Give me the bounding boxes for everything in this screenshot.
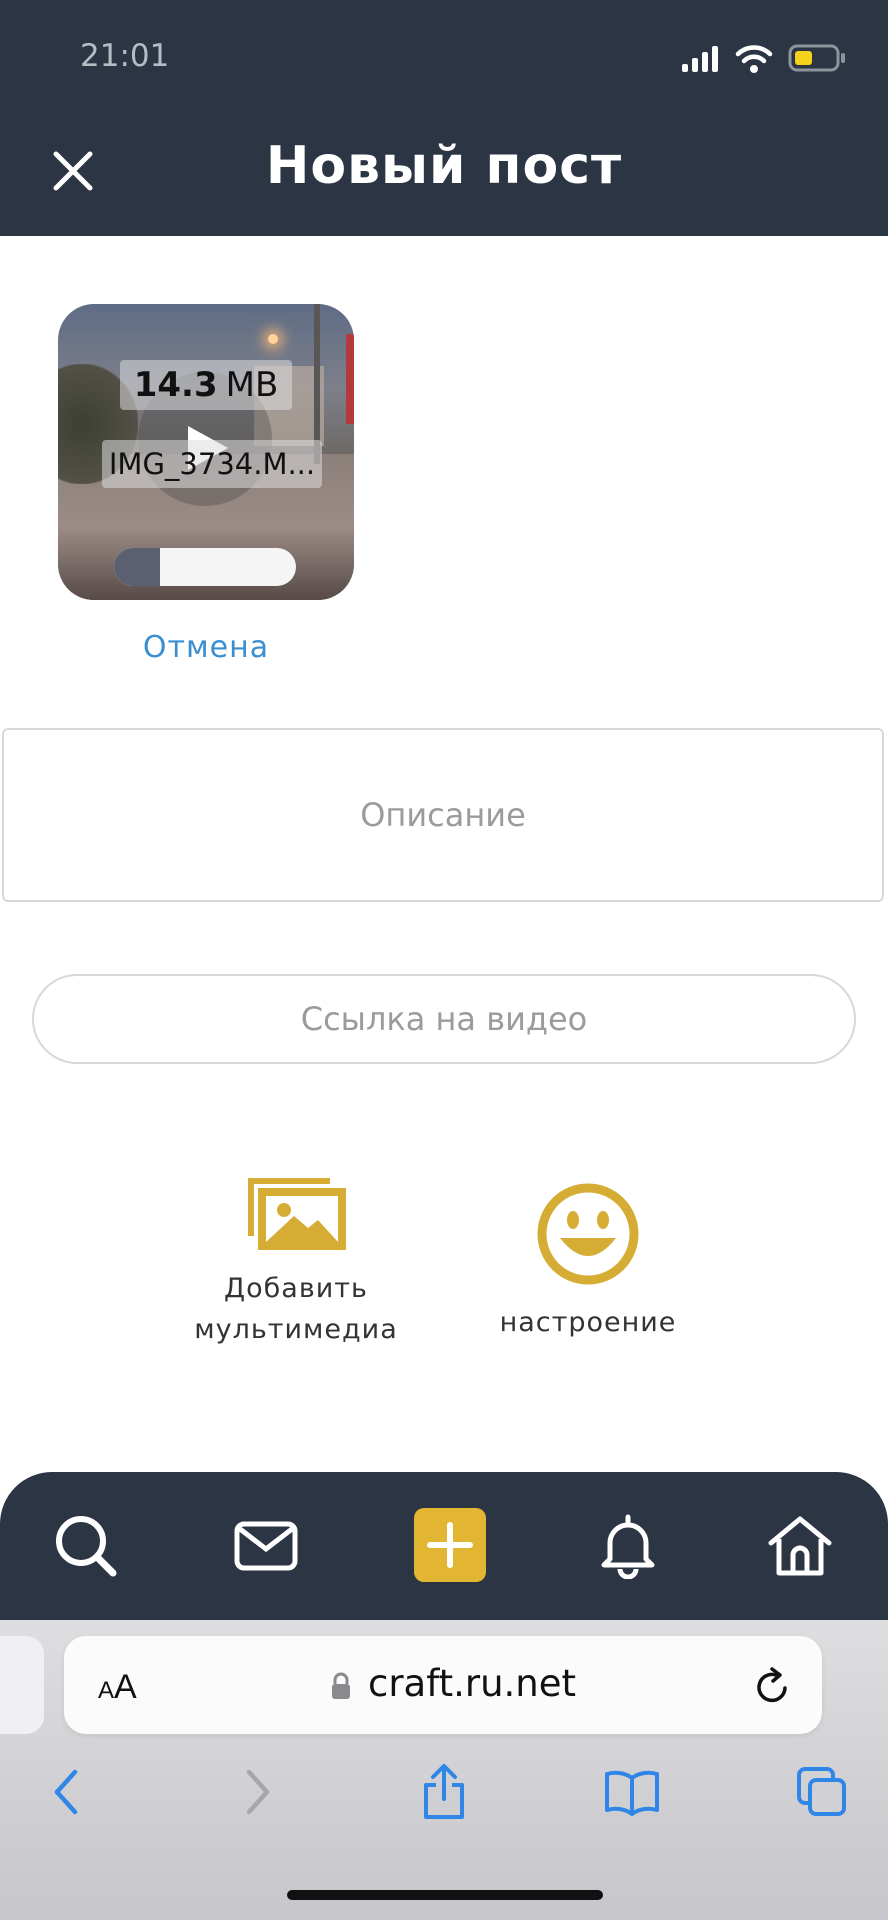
text-size-large: A <box>114 1668 137 1706</box>
add-media-label-line2: мультимедиа <box>194 1314 398 1345</box>
mail-icon <box>234 1521 298 1571</box>
previous-tab-edge[interactable] <box>0 1636 44 1734</box>
url-text: craft.ru.net <box>368 1662 577 1705</box>
text-size-button[interactable]: AA <box>98 1668 137 1707</box>
address-bar[interactable]: AA craft.ru.net <box>64 1636 822 1734</box>
upload-progress-fill <box>114 548 160 586</box>
page-title: Новый пост <box>265 136 623 196</box>
book-icon <box>605 1770 659 1816</box>
top-bar: 21:01 Новый пост <box>0 0 888 236</box>
status-icons <box>680 40 846 76</box>
nav-notifications[interactable] <box>590 1508 666 1584</box>
video-thumbnail[interactable]: 14.3 MB IMG_3734.M... <box>58 304 354 600</box>
file-size-badge: 14.3 MB <box>120 360 292 410</box>
upload-progress-bar <box>114 548 296 586</box>
home-icon <box>768 1516 832 1576</box>
add-media-label-line1: Добавить <box>224 1273 368 1304</box>
nav-search[interactable] <box>48 1508 124 1584</box>
mood-button[interactable]: настроение <box>468 1182 708 1343</box>
share-button[interactable] <box>414 1762 474 1822</box>
search-icon <box>56 1516 117 1577</box>
wifi-icon <box>735 45 773 73</box>
reload-icon[interactable] <box>754 1666 792 1706</box>
text-size-small: A <box>98 1677 115 1704</box>
battery-icon <box>788 44 845 72</box>
plus-icon <box>427 1522 473 1568</box>
image-gallery-icon <box>248 1178 346 1250</box>
home-indicator <box>287 1890 603 1900</box>
tabs-button[interactable] <box>792 1762 852 1822</box>
nav-home[interactable] <box>762 1508 838 1584</box>
bottom-navigation <box>0 1472 888 1620</box>
bell-icon <box>601 1514 655 1579</box>
file-size-value: 14.3 <box>133 365 218 405</box>
tabs-icon <box>797 1767 846 1816</box>
signal-icon <box>682 46 718 72</box>
status-time: 21:01 <box>80 38 170 74</box>
thumbnail-red-strip <box>346 334 354 424</box>
smiley-icon <box>537 1183 639 1285</box>
filename-badge: IMG_3734.M... <box>102 440 322 488</box>
chevron-right-icon <box>246 1769 270 1815</box>
share-icon <box>424 1764 464 1819</box>
browser-toolbar: AA craft.ru.net <box>0 1620 888 1920</box>
cancel-upload-link[interactable]: Отмена <box>58 630 354 665</box>
lock-icon <box>332 1672 350 1699</box>
forward-button[interactable] <box>228 1762 288 1822</box>
thumbnail-street-light <box>268 334 278 344</box>
add-media-button[interactable]: Добавить мультимедиа <box>176 1174 416 1350</box>
nav-create-post[interactable] <box>414 1508 486 1582</box>
description-field[interactable]: Описание <box>2 728 884 902</box>
back-button[interactable] <box>36 1762 96 1822</box>
nav-messages[interactable] <box>228 1508 304 1584</box>
file-size-unit: MB <box>225 365 279 405</box>
bookmarks-button[interactable] <box>602 1762 662 1822</box>
mood-label: настроение <box>499 1307 677 1338</box>
chevron-left-icon <box>54 1769 78 1815</box>
video-link-input[interactable]: Ссылка на видео <box>32 974 856 1064</box>
